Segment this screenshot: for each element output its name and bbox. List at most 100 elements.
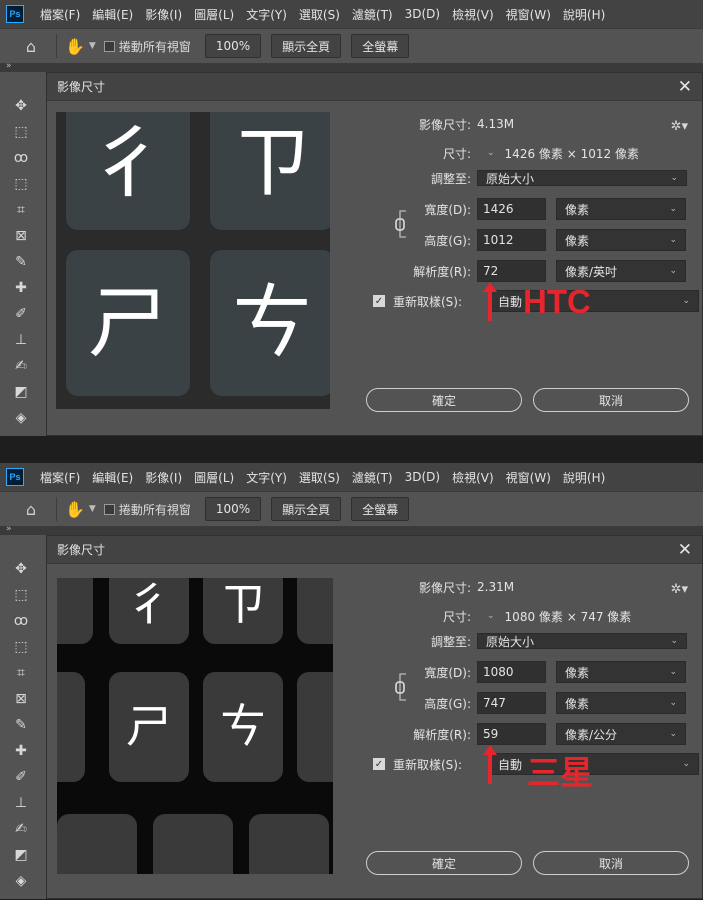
crop-tool-icon[interactable]: ⌗ bbox=[6, 198, 36, 222]
frame-tool-icon[interactable]: ⊠ bbox=[6, 687, 36, 711]
menu-view[interactable]: 檢視(V) bbox=[446, 6, 500, 23]
hand-tool-icon[interactable]: ✋ bbox=[65, 500, 85, 519]
menu-3d[interactable]: 3D(D) bbox=[399, 7, 446, 21]
menu-layer[interactable]: 圖層(L) bbox=[188, 469, 240, 486]
gear-icon[interactable]: ✲▾ bbox=[671, 119, 688, 134]
menu-type[interactable]: 文字(Y) bbox=[240, 6, 293, 23]
menu-select[interactable]: 選取(S) bbox=[293, 6, 346, 23]
scroll-all-checkbox[interactable] bbox=[103, 503, 115, 515]
image-preview[interactable]: 彳 ㄗ ㄕ ㄘ bbox=[56, 112, 330, 409]
fill-screen-button[interactable]: 全螢幕 bbox=[351, 497, 410, 521]
double-chevron-icon[interactable]: » bbox=[6, 524, 12, 534]
height-unit-select[interactable]: 像素 ⌄ bbox=[556, 692, 686, 714]
history-brush-tool-icon[interactable]: ✍ bbox=[6, 817, 36, 841]
cancel-button[interactable]: 取消 bbox=[533, 851, 689, 875]
chevron-down-icon[interactable]: ▼ bbox=[89, 41, 96, 51]
paint-bucket-tool-icon[interactable]: ◈ bbox=[6, 406, 36, 430]
menu-file[interactable]: 檔案(F) bbox=[34, 6, 86, 23]
move-tool-icon[interactable]: ✥ bbox=[6, 94, 36, 118]
menu-type[interactable]: 文字(Y) bbox=[240, 469, 293, 486]
healing-brush-tool-icon[interactable]: ✚ bbox=[6, 739, 36, 763]
width-input[interactable]: 1080 bbox=[477, 661, 546, 683]
home-icon[interactable]: ⌂ bbox=[14, 29, 48, 63]
stamp-tool-icon[interactable]: ⊥ bbox=[6, 328, 36, 352]
brush-tool-icon[interactable]: ✐ bbox=[6, 765, 36, 789]
eyedropper-tool-icon[interactable]: ✎ bbox=[6, 713, 36, 737]
zoom-100-button[interactable]: 100% bbox=[204, 497, 262, 521]
menu-edit[interactable]: 編輯(E) bbox=[86, 6, 139, 23]
paint-bucket-tool-icon[interactable]: ◈ bbox=[6, 869, 36, 893]
lasso-tool-icon[interactable]: ꝏ bbox=[6, 609, 36, 633]
ok-button[interactable]: 確定 bbox=[366, 851, 522, 875]
preview-glyph: ㄘ bbox=[220, 699, 266, 753]
healing-brush-tool-icon[interactable]: ✚ bbox=[6, 276, 36, 300]
close-icon[interactable]: ✕ bbox=[678, 77, 692, 97]
object-select-tool-icon[interactable]: ⬚ bbox=[6, 635, 36, 659]
home-icon[interactable]: ⌂ bbox=[14, 492, 48, 526]
double-chevron-icon[interactable]: » bbox=[6, 61, 12, 71]
fill-screen-button[interactable]: 全螢幕 bbox=[351, 34, 410, 58]
eraser-tool-icon[interactable]: ◩ bbox=[6, 380, 36, 404]
resample-select[interactable]: 自動 ⌄ bbox=[489, 290, 699, 312]
resolution-input[interactable]: 59 bbox=[477, 723, 546, 745]
menu-select[interactable]: 選取(S) bbox=[293, 469, 346, 486]
fit-screen-button[interactable]: 顯示全頁 bbox=[271, 34, 342, 58]
gear-icon[interactable]: ✲▾ bbox=[671, 582, 688, 597]
resample-checkbox[interactable]: ✓ bbox=[373, 295, 385, 307]
chevron-down-icon[interactable]: ⌄ bbox=[487, 611, 495, 621]
chevron-down-icon[interactable]: ⌄ bbox=[487, 148, 495, 158]
height-unit-select[interactable]: 像素 ⌄ bbox=[556, 229, 686, 251]
menu-file[interactable]: 檔案(F) bbox=[34, 469, 86, 486]
menu-help[interactable]: 說明(H) bbox=[557, 6, 611, 23]
menu-layer[interactable]: 圖層(L) bbox=[188, 6, 240, 23]
close-icon[interactable]: ✕ bbox=[678, 540, 692, 560]
menu-window[interactable]: 視窗(W) bbox=[500, 469, 557, 486]
cancel-button[interactable]: 取消 bbox=[533, 388, 689, 412]
menu-image[interactable]: 影像(I) bbox=[139, 6, 188, 23]
frame-tool-icon[interactable]: ⊠ bbox=[6, 224, 36, 248]
crop-tool-icon[interactable]: ⌗ bbox=[6, 661, 36, 685]
resolution-unit-select[interactable]: 像素/公分 ⌄ bbox=[556, 723, 686, 745]
annotation-label: HTC bbox=[523, 283, 591, 320]
menu-help[interactable]: 說明(H) bbox=[557, 469, 611, 486]
preview-glyph: ㄕ bbox=[126, 699, 172, 753]
width-unit-select[interactable]: 像素 ⌄ bbox=[556, 198, 686, 220]
chevron-down-icon[interactable]: ▼ bbox=[89, 504, 96, 514]
menu-3d[interactable]: 3D(D) bbox=[399, 470, 446, 484]
history-brush-tool-icon[interactable]: ✍ bbox=[6, 354, 36, 378]
menu-view[interactable]: 檢視(V) bbox=[446, 469, 500, 486]
marquee-tool-icon[interactable]: ⬚ bbox=[6, 583, 36, 607]
lasso-tool-icon[interactable]: ꝏ bbox=[6, 146, 36, 170]
menu-filter[interactable]: 濾鏡(T) bbox=[346, 469, 399, 486]
scroll-all-checkbox[interactable] bbox=[103, 40, 115, 52]
width-unit-select[interactable]: 像素 ⌄ bbox=[556, 661, 686, 683]
brush-tool-icon[interactable]: ✐ bbox=[6, 302, 36, 326]
eraser-tool-icon[interactable]: ◩ bbox=[6, 843, 36, 867]
eyedropper-tool-icon[interactable]: ✎ bbox=[6, 250, 36, 274]
fit-screen-button[interactable]: 顯示全頁 bbox=[271, 497, 342, 521]
menu-filter[interactable]: 濾鏡(T) bbox=[346, 6, 399, 23]
fit-to-select[interactable]: 原始大小 ⌄ bbox=[477, 170, 687, 186]
resample-select[interactable]: 自動 ⌄ bbox=[489, 753, 699, 775]
marquee-tool-icon[interactable]: ⬚ bbox=[6, 120, 36, 144]
resolution-input[interactable]: 72 bbox=[477, 260, 546, 282]
resolution-unit-select[interactable]: 像素/英吋 ⌄ bbox=[556, 260, 686, 282]
object-select-tool-icon[interactable]: ⬚ bbox=[6, 172, 36, 196]
hand-tool-icon[interactable]: ✋ bbox=[65, 37, 85, 56]
ok-button[interactable]: 確定 bbox=[366, 388, 522, 412]
resolution-label: 解析度(R): bbox=[413, 727, 471, 742]
menu-image[interactable]: 影像(I) bbox=[139, 469, 188, 486]
zoom-100-button[interactable]: 100% bbox=[204, 34, 262, 58]
image-preview[interactable]: 彳 ㄗ ㄕ ㄘ bbox=[57, 578, 333, 874]
fit-to-select[interactable]: 原始大小 ⌄ bbox=[477, 633, 687, 649]
width-input[interactable]: 1426 bbox=[477, 198, 546, 220]
tools-panel: ✥ ⬚ ꝏ ⬚ ⌗ ⊠ ✎ ✚ ✐ ⊥ ✍ ◩ ◈ bbox=[6, 557, 36, 895]
menu-window[interactable]: 視窗(W) bbox=[500, 6, 557, 23]
height-input[interactable]: 747 bbox=[477, 692, 546, 714]
width-unit-value: 像素 bbox=[565, 665, 590, 680]
menu-edit[interactable]: 編輯(E) bbox=[86, 469, 139, 486]
move-tool-icon[interactable]: ✥ bbox=[6, 557, 36, 581]
resample-checkbox[interactable]: ✓ bbox=[373, 758, 385, 770]
stamp-tool-icon[interactable]: ⊥ bbox=[6, 791, 36, 815]
height-input[interactable]: 1012 bbox=[477, 229, 546, 251]
